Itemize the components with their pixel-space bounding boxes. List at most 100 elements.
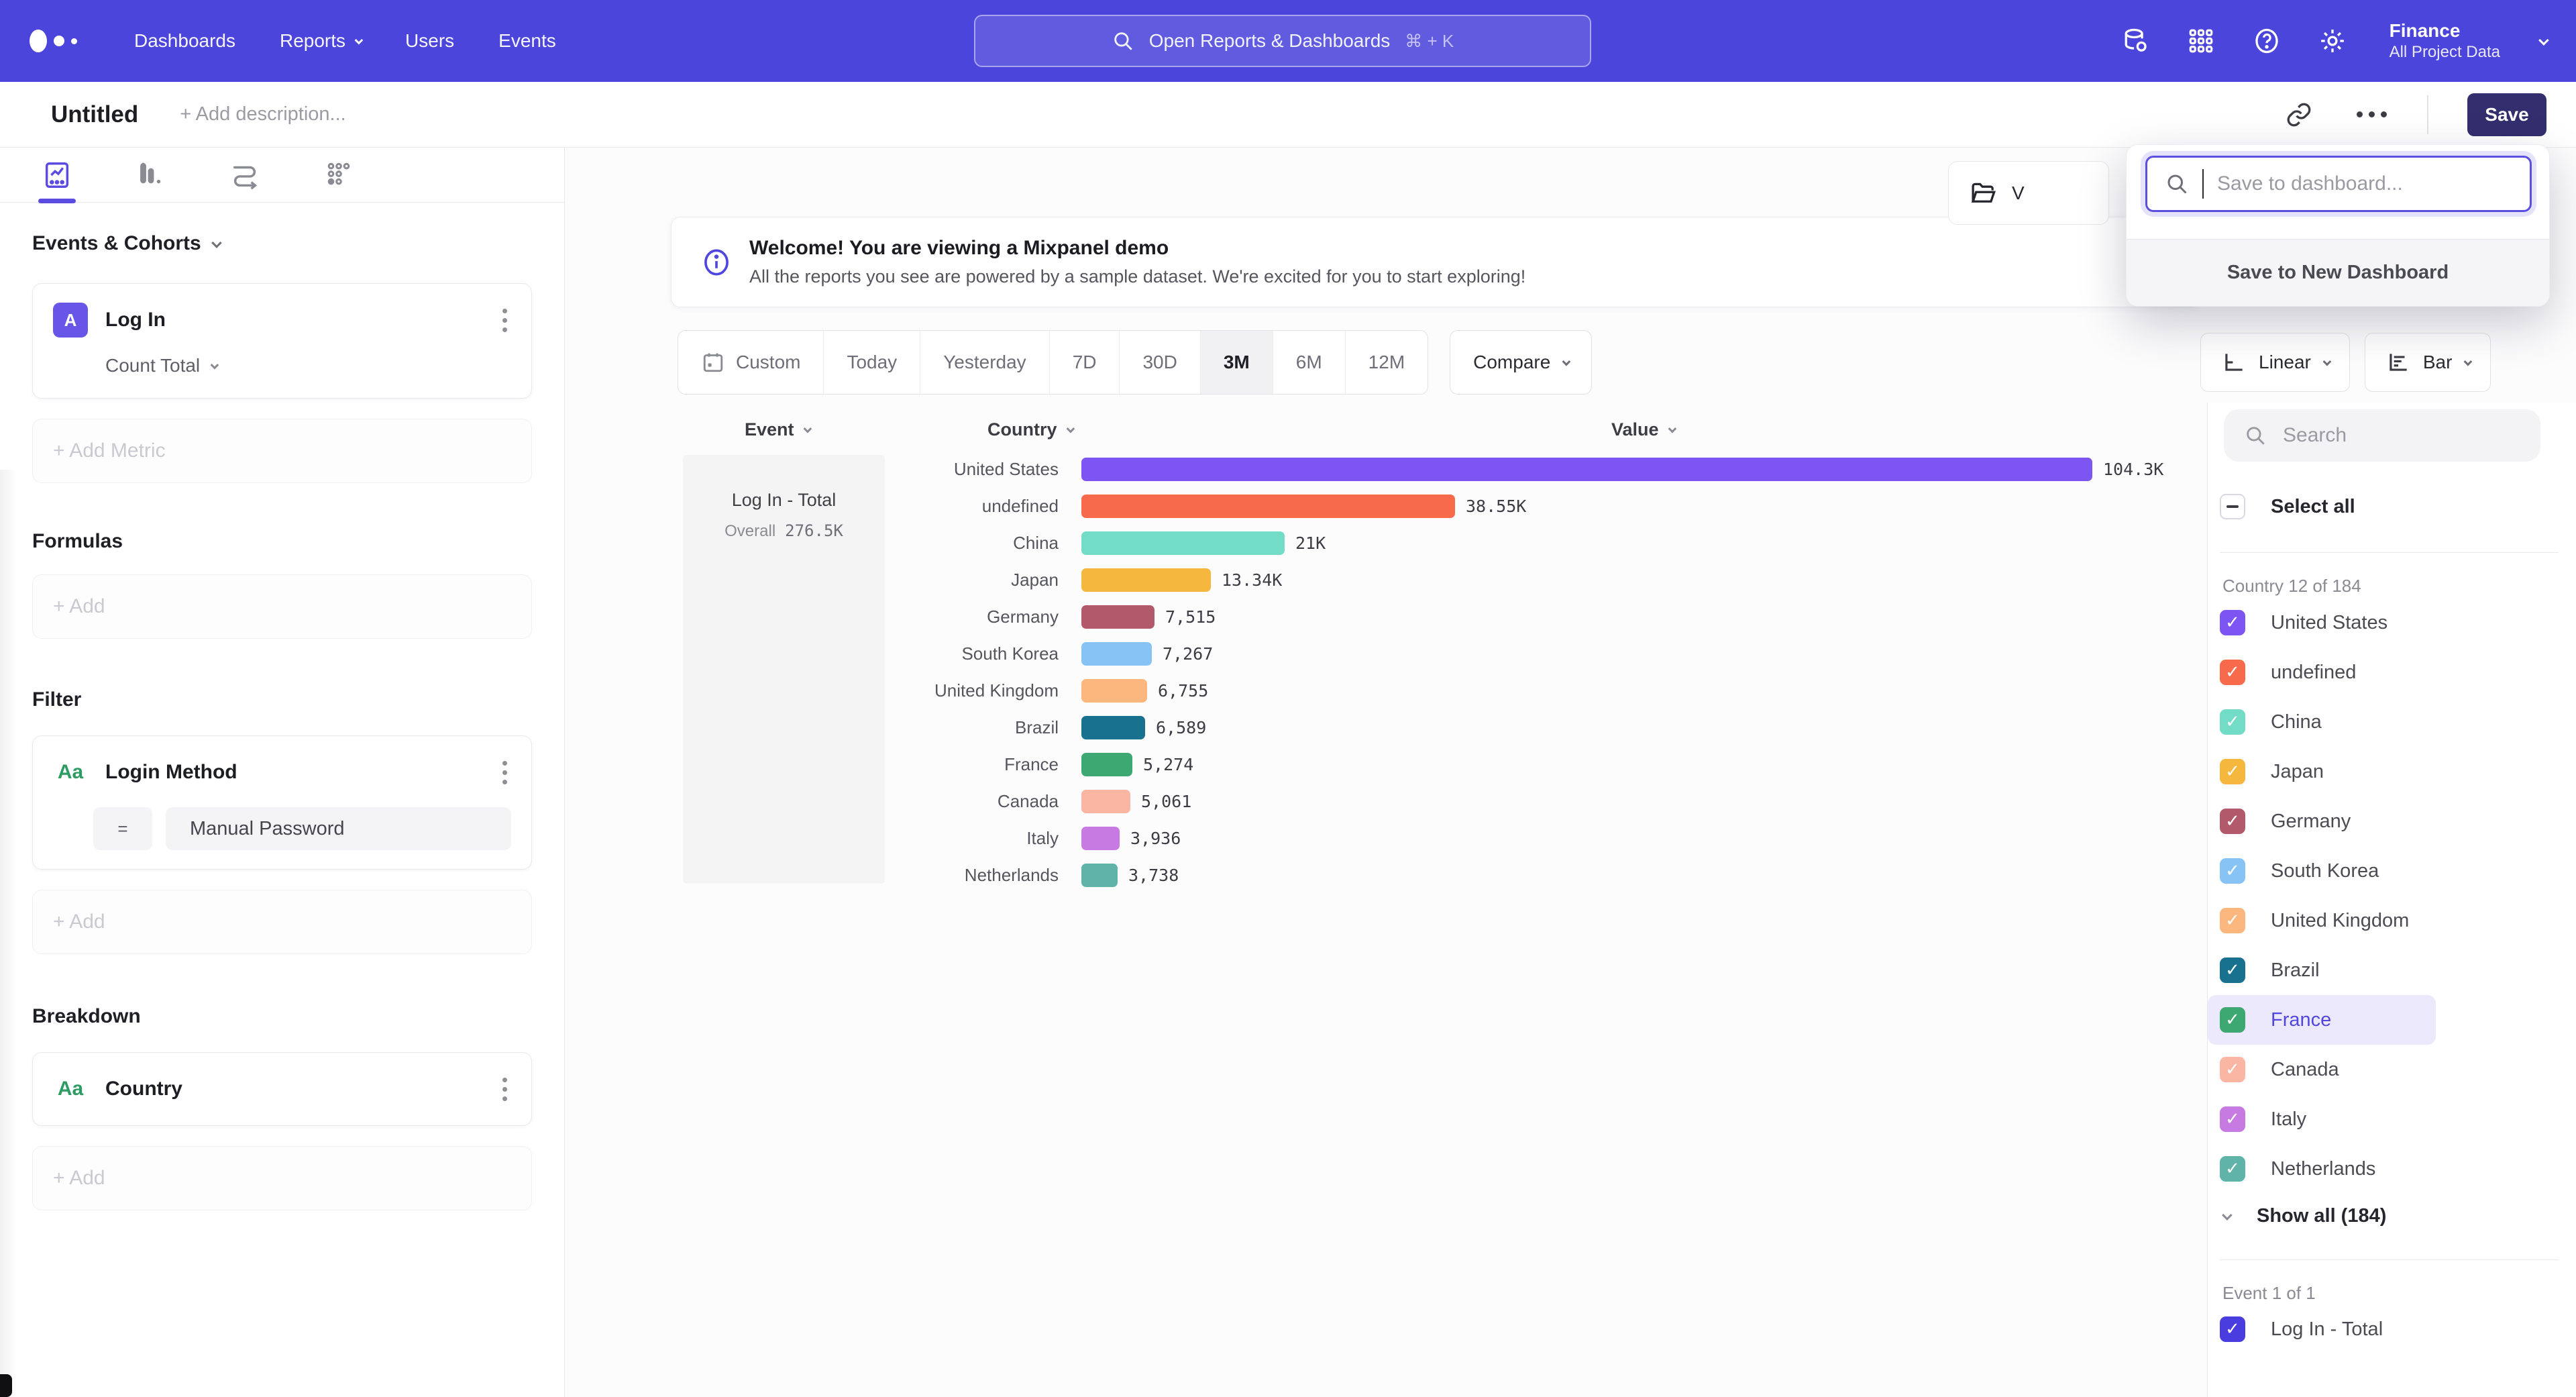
events-cohorts-header[interactable]: Events & Cohorts: [32, 232, 532, 255]
bar-segment[interactable]: [1081, 642, 1152, 666]
bar-segment[interactable]: [1081, 679, 1147, 703]
compare-button[interactable]: Compare: [1450, 330, 1592, 395]
nav-item-reports[interactable]: Reports: [280, 30, 361, 52]
chart-type-selector-bar[interactable]: Bar: [2365, 333, 2491, 392]
chevron-down-icon: [2222, 1210, 2233, 1221]
column-header-country[interactable]: Country: [987, 415, 1073, 444]
legend-search-input[interactable]: Search: [2224, 409, 2540, 462]
country-checkbox[interactable]: ✓: [2220, 660, 2245, 685]
add-metric-button[interactable]: + Add Metric: [32, 419, 532, 483]
range-12m[interactable]: 12M: [1346, 331, 1428, 394]
tab-insights[interactable]: [42, 148, 72, 202]
bar-segment[interactable]: [1081, 790, 1130, 813]
settings-gear-icon[interactable]: [2317, 25, 2348, 56]
bar-segment[interactable]: [1081, 864, 1118, 887]
bar-segment[interactable]: [1081, 458, 2092, 481]
report-title[interactable]: Untitled: [51, 101, 138, 128]
metric-card-log-in[interactable]: A Log In Count Total: [32, 283, 532, 399]
breakdown-kebab-icon[interactable]: [498, 1074, 511, 1105]
nav-item-events[interactable]: Events: [498, 30, 556, 52]
breakdown-card-country[interactable]: Aa Country: [32, 1052, 532, 1126]
range-custom[interactable]: Custom: [678, 331, 824, 394]
range-7d[interactable]: 7D: [1050, 331, 1120, 394]
add-breakdown-button[interactable]: + Add: [32, 1146, 532, 1210]
view-sample-datasets-button[interactable]: V: [1948, 161, 2109, 225]
legend-country-row-japan[interactable]: ✓Japan: [2208, 747, 2576, 796]
help-icon[interactable]: [2251, 25, 2282, 56]
bar-category-label: undefined: [565, 496, 1081, 517]
add-formula-button[interactable]: + Add: [32, 574, 532, 639]
range-30d[interactable]: 30D: [1120, 331, 1200, 394]
save-button[interactable]: Save: [2467, 93, 2546, 136]
country-checkbox[interactable]: ✓: [2220, 1156, 2245, 1182]
event-checkbox[interactable]: ✓: [2220, 1316, 2245, 1342]
apps-grid-icon[interactable]: [2186, 25, 2216, 56]
country-checkbox[interactable]: ✓: [2220, 1007, 2245, 1033]
bar-segment[interactable]: [1081, 605, 1155, 629]
filter-value-selector[interactable]: Manual Password: [166, 807, 511, 850]
legend-country-row-italy[interactable]: ✓Italy: [2208, 1094, 2576, 1144]
project-chevron-down-icon[interactable]: [2538, 35, 2549, 46]
filter-kebab-icon[interactable]: [498, 757, 511, 788]
legend-country-row-france[interactable]: ✓France: [2208, 995, 2436, 1045]
scale-selector-linear[interactable]: Linear: [2200, 333, 2350, 392]
bar-segment[interactable]: [1081, 531, 1285, 555]
bar-segment[interactable]: [1081, 495, 1455, 518]
save-to-new-dashboard-button[interactable]: Save to New Dashboard: [2127, 239, 2549, 306]
country-checkbox[interactable]: ✓: [2220, 1057, 2245, 1082]
column-header-event[interactable]: Event: [745, 415, 810, 444]
country-checkbox[interactable]: ✓: [2220, 1106, 2245, 1132]
country-checkbox[interactable]: ✓: [2220, 908, 2245, 933]
bar-value-label: 5,061: [1141, 792, 1191, 811]
aggregation-selector[interactable]: Count Total: [105, 355, 511, 376]
country-checkbox[interactable]: ✓: [2220, 809, 2245, 834]
legend-country-row-united-kingdom[interactable]: ✓United Kingdom: [2208, 896, 2576, 945]
country-checkbox[interactable]: ✓: [2220, 610, 2245, 635]
add-description-field[interactable]: + Add description...: [180, 103, 345, 125]
select-all-row[interactable]: Select all: [2220, 494, 2355, 519]
range-yesterday[interactable]: Yesterday: [920, 331, 1050, 394]
project-selector[interactable]: Finance All Project Data: [2390, 20, 2500, 62]
legend-country-row-canada[interactable]: ✓Canada: [2208, 1045, 2576, 1094]
country-checkbox[interactable]: ✓: [2220, 958, 2245, 983]
tab-retention[interactable]: [323, 148, 354, 202]
tab-funnels[interactable]: [136, 148, 166, 202]
bar-segment[interactable]: [1081, 716, 1145, 739]
country-checkbox[interactable]: ✓: [2220, 709, 2245, 735]
country-checkbox[interactable]: ✓: [2220, 759, 2245, 784]
show-all-button[interactable]: Show all (184): [2222, 1205, 2386, 1227]
global-search-button[interactable]: Open Reports & Dashboards ⌘ + K: [974, 15, 1591, 67]
nav-item-users[interactable]: Users: [405, 30, 454, 52]
range-today[interactable]: Today: [824, 331, 920, 394]
metric-kebab-icon[interactable]: [498, 305, 511, 336]
nav-item-dashboards[interactable]: Dashboards: [134, 30, 235, 52]
bar-segment[interactable]: [1081, 753, 1132, 776]
bar-segment[interactable]: [1081, 568, 1211, 592]
legend-country-row-undefined[interactable]: ✓undefined: [2208, 648, 2576, 697]
country-checkbox[interactable]: ✓: [2220, 858, 2245, 884]
bar-value-label: 6,589: [1156, 718, 1206, 737]
bar-row-germany: Germany7,515: [565, 599, 2163, 635]
legend-country-row-china[interactable]: ✓China: [2208, 697, 2576, 747]
more-menu-icon[interactable]: [2355, 98, 2388, 132]
mixpanel-logo-icon[interactable]: [30, 30, 110, 52]
bar-segment[interactable]: [1081, 827, 1120, 850]
add-filter-button[interactable]: + Add: [32, 890, 532, 954]
filter-card-login-method[interactable]: Aa Login Method = Manual Password: [32, 735, 532, 870]
event-badge: A: [53, 303, 88, 338]
tab-flows[interactable]: [229, 148, 260, 202]
column-header-value[interactable]: Value: [1611, 415, 1674, 444]
filter-operator-selector[interactable]: =: [93, 807, 152, 850]
legend-country-row-south-korea[interactable]: ✓South Korea: [2208, 846, 2576, 896]
data-management-icon[interactable]: [2120, 25, 2151, 56]
legend-country-row-netherlands[interactable]: ✓Netherlands: [2208, 1144, 2576, 1194]
legend-country-row-brazil[interactable]: ✓Brazil: [2208, 945, 2576, 995]
legend-country-row-united-states[interactable]: ✓United States: [2208, 598, 2576, 648]
legend-event-row[interactable]: ✓ Log In - Total: [2220, 1316, 2383, 1342]
save-to-dashboard-input[interactable]: Save to dashboard...: [2145, 156, 2532, 212]
range-6m[interactable]: 6M: [1273, 331, 1346, 394]
range-3m[interactable]: 3M: [1201, 331, 1273, 394]
copy-link-icon[interactable]: [2282, 98, 2316, 132]
select-all-checkbox[interactable]: [2220, 494, 2245, 519]
legend-country-row-germany[interactable]: ✓Germany: [2208, 796, 2576, 846]
